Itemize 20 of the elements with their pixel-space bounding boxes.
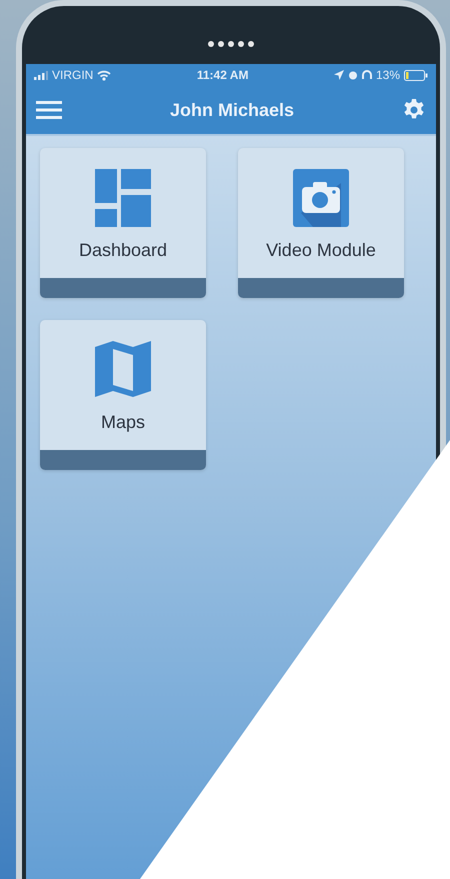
tile-label: Maps — [100, 411, 145, 434]
carrier-name: VIRGIN — [52, 67, 94, 84]
tile-label: Video Module — [266, 239, 376, 262]
clock-time: 11:42 AM — [196, 67, 248, 84]
menu-icon[interactable] — [36, 101, 62, 119]
headphones-icon — [362, 70, 372, 80]
header-title: John Michaels — [170, 98, 294, 122]
dashboard-grid-icon — [95, 169, 151, 227]
battery-percent: 13% — [376, 67, 400, 84]
location-arrow-icon — [334, 70, 344, 80]
tile-label: Dashboard — [78, 239, 168, 262]
module-tile[interactable]: Video Module — [238, 148, 404, 298]
module-tile[interactable]: Dashboard — [40, 148, 206, 298]
camera-dots-icon — [206, 40, 256, 48]
battery-icon — [404, 70, 428, 80]
module-tile[interactable]: Maps — [40, 320, 206, 470]
signal-icon — [34, 70, 48, 80]
folded-map-icon — [95, 341, 151, 399]
camera-app-icon — [293, 169, 349, 227]
wifi-icon — [97, 70, 112, 80]
